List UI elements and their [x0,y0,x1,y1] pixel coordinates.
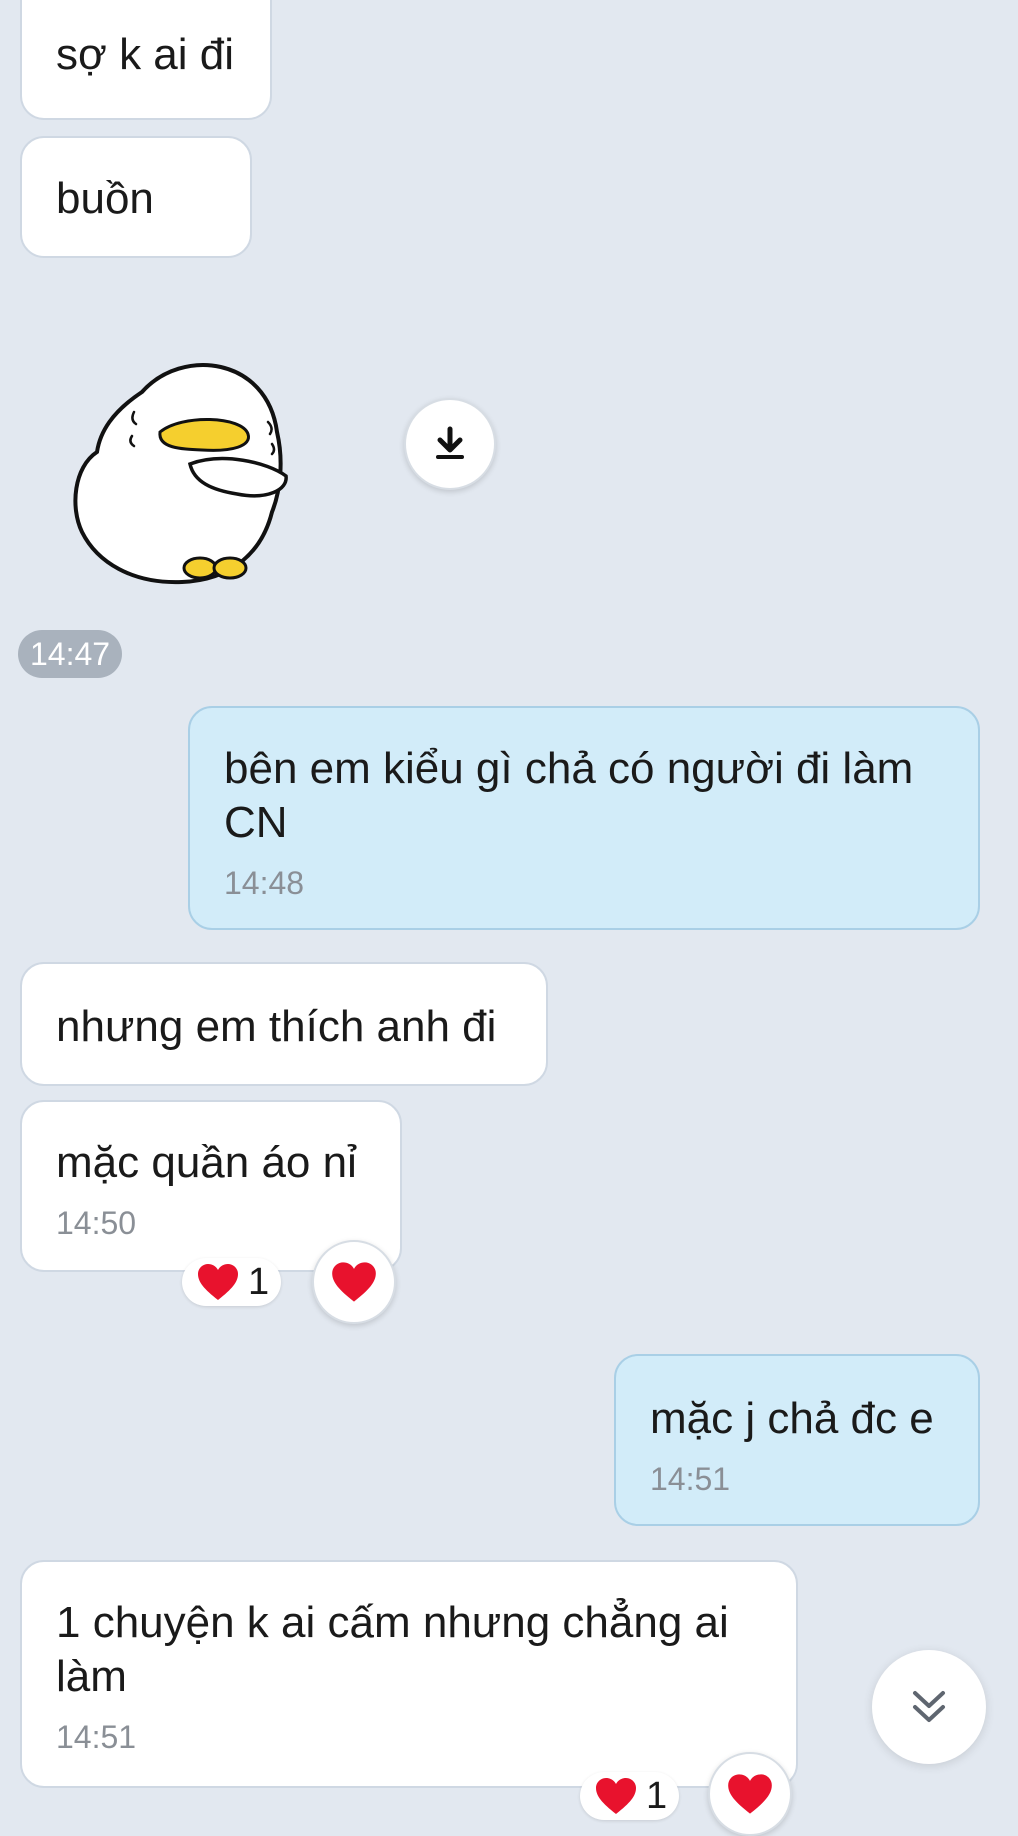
scroll-to-bottom-button[interactable] [872,1650,986,1764]
incoming-message[interactable]: sợ k ai đi [20,0,272,120]
heart-icon [332,1262,376,1302]
outgoing-message[interactable]: bên em kiểu gì chả có người đi làm CN 14… [188,706,980,930]
heart-icon [596,1778,636,1814]
message-text: 1 chuyện k ai cấm nhưng chẳng ai làm [56,1598,729,1701]
message-text: mặc j chả đc e [650,1394,934,1443]
download-icon [436,426,464,459]
message-text: buồn [56,174,154,223]
outgoing-message[interactable]: mặc j chả đc e 14:51 [614,1354,980,1526]
reaction-count[interactable]: 1 [580,1772,680,1820]
message-text: nhưng em thích anh đi [56,1002,497,1051]
chevron-double-down-icon [913,1691,945,1722]
message-time: 14:51 [56,1719,137,1755]
message-text: bên em kiểu gì chả có người đi làm CN [224,744,914,847]
reaction-count-value: 1 [646,1774,668,1817]
message-text: mặc quần áo nỉ [56,1138,357,1187]
react-button[interactable] [312,1240,396,1324]
incoming-message[interactable]: 1 chuyện k ai cấm nhưng chẳng ai làm 14:… [20,1560,798,1788]
download-button[interactable] [404,398,496,490]
heart-icon [728,1774,772,1814]
incoming-message[interactable]: buồn [20,136,252,258]
sticker-image[interactable] [72,352,296,588]
heart-icon [198,1264,238,1300]
timestamp-badge: 14:47 [18,630,123,678]
message-time: 14:50 [56,1205,137,1241]
message-time: 14:51 [650,1461,731,1497]
message-time: 14:48 [224,865,305,901]
incoming-message[interactable]: nhưng em thích anh đi [20,962,548,1086]
reaction-count-value: 1 [248,1260,270,1303]
reaction-count[interactable]: 1 [182,1258,282,1306]
react-button[interactable] [708,1752,792,1836]
message-text: sợ k ai đi [56,30,235,79]
duck-sticker [73,363,288,585]
